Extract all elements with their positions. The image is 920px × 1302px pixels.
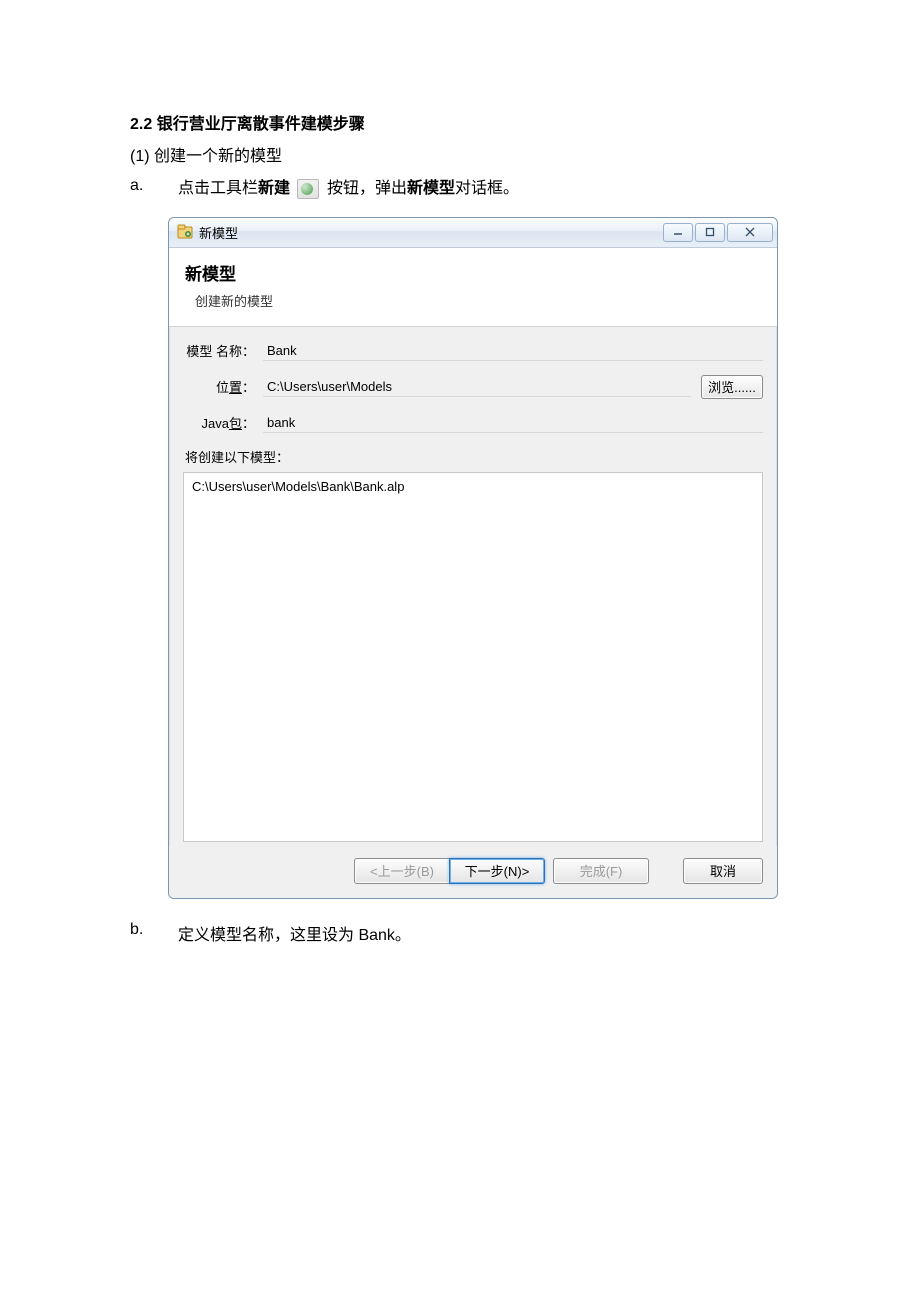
label-java-pre: Java (202, 416, 229, 431)
step-b-marker: b. (130, 921, 178, 945)
label-location-post: ： (242, 380, 255, 395)
label-java-package: Java包： (183, 413, 263, 432)
cancel-button[interactable]: 取消 (683, 858, 763, 884)
minimize-button[interactable] (663, 223, 693, 242)
label-location-pre: 位 (216, 380, 229, 395)
row-location: 位置： C:\Users\user\Models 浏览...... (183, 375, 763, 399)
label-location: 位置： (183, 377, 263, 396)
next-button[interactable]: 下一步(N)> (449, 858, 545, 884)
step-a-pre: 点击工具栏 (178, 180, 258, 197)
maximize-button[interactable] (695, 223, 725, 242)
step-a-marker: a. (130, 177, 178, 195)
button-bar: <上一步(B) 下一步(N)> 完成(F) 取消 (169, 846, 777, 898)
step-a-bold-newmodel: 新模型 (407, 180, 455, 197)
dialog-header-subtitle: 创建新的模型 (195, 291, 761, 310)
window-title: 新模型 (199, 223, 663, 242)
new-model-dialog: 新模型 新模型 创建新的模型 模型 名称： Bank (168, 217, 778, 899)
dialog-header-title: 新模型 (185, 260, 761, 285)
dialog-header: 新模型 创建新的模型 (169, 248, 777, 327)
created-model-path: C:\Users\user\Models\Bank\Bank.alp (192, 479, 754, 494)
form-area: 模型 名称： Bank 位置： C:\Users\user\Models 浏览.… (169, 327, 777, 846)
browse-button[interactable]: 浏览...... (701, 375, 763, 399)
back-button[interactable]: <上一步(B) (354, 858, 450, 884)
step-a-row: a. 点击工具栏新建 按钮，弹出新模型对话框。 (130, 174, 790, 199)
input-location[interactable]: C:\Users\user\Models (263, 377, 691, 397)
step-a-bold-new: 新建 (258, 180, 290, 197)
label-java-underline: 包 (229, 416, 242, 431)
label-java-post: ： (242, 416, 255, 431)
section-heading: 2.2 银行营业厅离散事件建模步骤 (130, 110, 790, 134)
app-icon (177, 224, 193, 240)
input-java-package[interactable]: bank (263, 413, 763, 433)
step-b-row: b. 定义模型名称，这里设为 Bank。 (130, 921, 790, 945)
row-java-package: Java包： bank (183, 413, 763, 433)
titlebar: 新模型 (169, 218, 777, 248)
input-model-name[interactable]: Bank (263, 341, 763, 361)
label-location-underline: 置 (229, 380, 242, 395)
will-create-label: 将创建以下模型： (183, 447, 763, 466)
finish-button[interactable]: 完成(F) (553, 858, 649, 884)
step-b-text: 定义模型名称，这里设为 Bank。 (178, 921, 411, 945)
step-a-mid: 按钮，弹出 (327, 180, 407, 197)
step-a-post: 对话框。 (455, 180, 519, 197)
row-model-name: 模型 名称： Bank (183, 341, 763, 361)
label-model-name: 模型 名称： (183, 341, 263, 360)
created-model-list[interactable]: C:\Users\user\Models\Bank\Bank.alp (183, 472, 763, 842)
close-button[interactable] (727, 223, 773, 242)
step-1-text: (1) 创建一个新的模型 (130, 142, 790, 166)
new-toolbar-icon (297, 179, 319, 199)
